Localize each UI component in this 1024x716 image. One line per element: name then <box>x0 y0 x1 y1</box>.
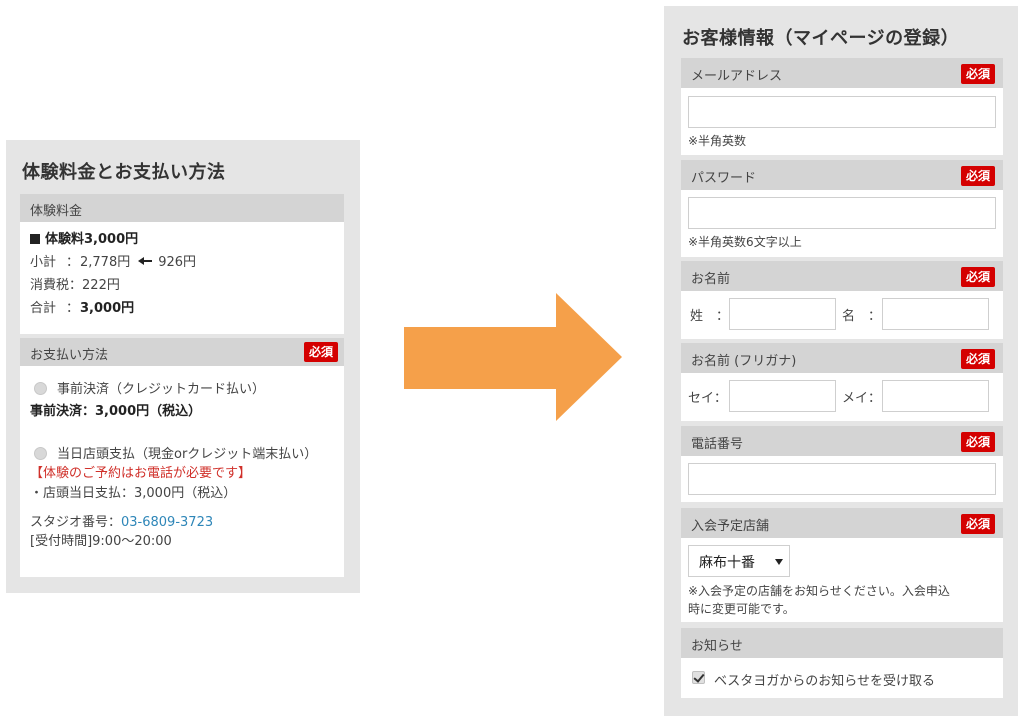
left-arrow-icon <box>138 256 153 266</box>
kana-section-header: お名前 (フリガナ) 必須 <box>681 343 1003 373</box>
store-section-body: 麻布十番 ※入会予定の店舗をお知らせください。入会申込 時に変更可能です。 <box>681 538 1003 622</box>
store-section-header: 入会予定店舗 必須 <box>681 508 1003 538</box>
required-badge: 必須 <box>960 514 995 534</box>
square-bullet-icon <box>30 234 40 244</box>
fee-section-header: 体験料金 <box>20 194 344 222</box>
required-badge: 必須 <box>960 432 995 452</box>
fee-payment-panel: 体験料金とお支払い方法 体験料金 体験料3,000円 小計 ：2,778円 926円… <box>6 140 360 593</box>
total-value: 3,000円 <box>80 301 135 316</box>
payment-section-body: 事前決済（クレジットカード払い） 事前決済：3,000円（税込） 当日店頭支払（… <box>20 366 344 577</box>
last-kana-field[interactable] <box>729 380 836 412</box>
password-note: ※半角英数6文字以上 <box>688 235 802 249</box>
tax-row: 消費税：222円 <box>30 274 334 297</box>
last-kana-label-text: セイ <box>688 391 715 406</box>
email-section-header: メールアドレス 必須 <box>681 58 1003 88</box>
newsletter-checkbox-label: ベスタヨガからのお知らせを受け取る <box>714 674 936 689</box>
right-arrow-icon <box>404 293 622 421</box>
store-note-line1: ※入会予定の店舗をお知らせください。入会申込 <box>688 584 950 598</box>
subtotal-colon: ： <box>66 255 80 270</box>
tax-colon: ： <box>69 278 83 293</box>
last-name-label-text: 姓 <box>690 309 704 324</box>
customer-info-panel: お客様情報（マイページの登録） メールアドレス 必須 ※半角英数 パスワード 必… <box>664 6 1018 716</box>
last-name-field[interactable] <box>729 298 836 330</box>
total-row: 合計 ：3,000円 <box>30 297 334 320</box>
phone-section-header: 電話番号 必須 <box>681 426 1003 456</box>
first-name-field[interactable] <box>882 298 989 330</box>
arrow-shape <box>404 293 622 421</box>
newsletter-label: お知らせ <box>691 639 743 654</box>
chevron-down-icon <box>775 559 783 565</box>
prepay-detail: 事前決済：3,000円（税込） <box>30 404 202 419</box>
tax-value: 222円 <box>82 278 120 293</box>
fee-payment-title: 体験料金とお支払い方法 <box>22 162 226 183</box>
kana-label: お名前 (フリガナ) <box>691 354 797 369</box>
last-name-label: 姓 ： <box>690 309 730 324</box>
prepay-label: 事前決済（クレジットカード払い） <box>57 382 266 397</box>
email-section-body: ※半角英数 <box>681 88 1003 155</box>
instore-notice: 【体験のご予約はお電話が必要です】 <box>30 466 252 481</box>
password-section-header: パスワード 必須 <box>681 160 1003 190</box>
fee-title-text: 体験料3,000円 <box>45 232 139 247</box>
subtotal-row: 小計 ：2,778円 926円 <box>30 251 334 274</box>
store-note-line2: 時に変更可能です。 <box>688 602 795 616</box>
email-label: メールアドレス <box>691 69 783 84</box>
subtotal-value: 2,778円 <box>80 255 131 270</box>
radio-instore[interactable] <box>34 447 47 460</box>
reception-hours: [受付時間]9:00～20:00 <box>30 534 172 549</box>
newsletter-section-header: お知らせ <box>681 628 1003 658</box>
phone-field[interactable] <box>688 463 996 495</box>
payment-section-header: お支払い方法 必須 <box>20 338 344 366</box>
name-label: お名前 <box>691 272 731 287</box>
first-name-label: 名 ： <box>842 309 882 324</box>
first-kana-field[interactable] <box>882 380 989 412</box>
required-badge: 必須 <box>960 349 995 369</box>
phone-label: 電話番号 <box>691 437 744 452</box>
password-label: パスワード <box>691 171 757 186</box>
total-label: 合計 <box>30 301 57 316</box>
subtotal-label: 小計 <box>30 255 57 270</box>
name-section-header: お名前 必須 <box>681 261 1003 291</box>
newsletter-checkbox[interactable] <box>692 671 705 684</box>
customer-info-title: お客様情報（マイページの登録） <box>682 28 960 49</box>
subtotal-extra: 926円 <box>158 255 197 270</box>
tax-label: 消費税 <box>30 278 70 293</box>
store-select[interactable]: 麻布十番 <box>688 545 790 577</box>
first-kana-label-text: メイ <box>842 391 869 406</box>
total-colon: ： <box>66 301 80 316</box>
newsletter-section-body: ベスタヨガからのお知らせを受け取る <box>681 658 1003 698</box>
radio-prepay[interactable] <box>34 382 47 395</box>
payment-option-prepay[interactable]: 事前決済（クレジットカード払い） <box>34 378 265 397</box>
payment-section-label: お支払い方法 <box>30 348 109 363</box>
last-kana-label: セイ： <box>688 391 728 406</box>
studio-label: スタジオ番号： <box>30 515 122 530</box>
first-name-label-text: 名 <box>842 309 856 324</box>
fee-section-body: 体験料3,000円 小計 ：2,778円 926円 消費税：222円 合計 ：3,00… <box>20 222 344 334</box>
instore-label: 当日店頭支払（現金orクレジット端末払い） <box>57 447 318 462</box>
name-section-body: 姓 ： 名 ： <box>681 291 1003 339</box>
studio-phone-row: スタジオ番号：03-6809-3723 <box>30 511 213 530</box>
phone-section-body <box>681 456 1003 502</box>
store-select-value: 麻布十番 <box>699 555 755 571</box>
required-badge: 必須 <box>960 267 995 287</box>
store-label: 入会予定店舗 <box>691 519 770 534</box>
fee-section-label: 体験料金 <box>30 204 83 219</box>
required-badge: 必須 <box>960 64 995 84</box>
first-kana-label: メイ： <box>842 391 882 406</box>
fee-title: 体験料3,000円 <box>30 228 334 251</box>
password-field[interactable] <box>688 197 996 229</box>
email-note: ※半角英数 <box>688 134 747 148</box>
kana-section-body: セイ： メイ： <box>681 373 1003 421</box>
required-badge: 必須 <box>960 166 995 186</box>
payment-option-instore[interactable]: 当日店頭支払（現金orクレジット端末払い） <box>34 443 317 462</box>
instore-detail: ・店頭当日支払：3,000円（税込） <box>30 486 237 501</box>
required-badge: 必須 <box>303 342 338 362</box>
studio-phone-link[interactable]: 03-6809-3723 <box>121 515 213 530</box>
email-field[interactable] <box>688 96 996 128</box>
password-section-body: ※半角英数6文字以上 <box>681 190 1003 257</box>
